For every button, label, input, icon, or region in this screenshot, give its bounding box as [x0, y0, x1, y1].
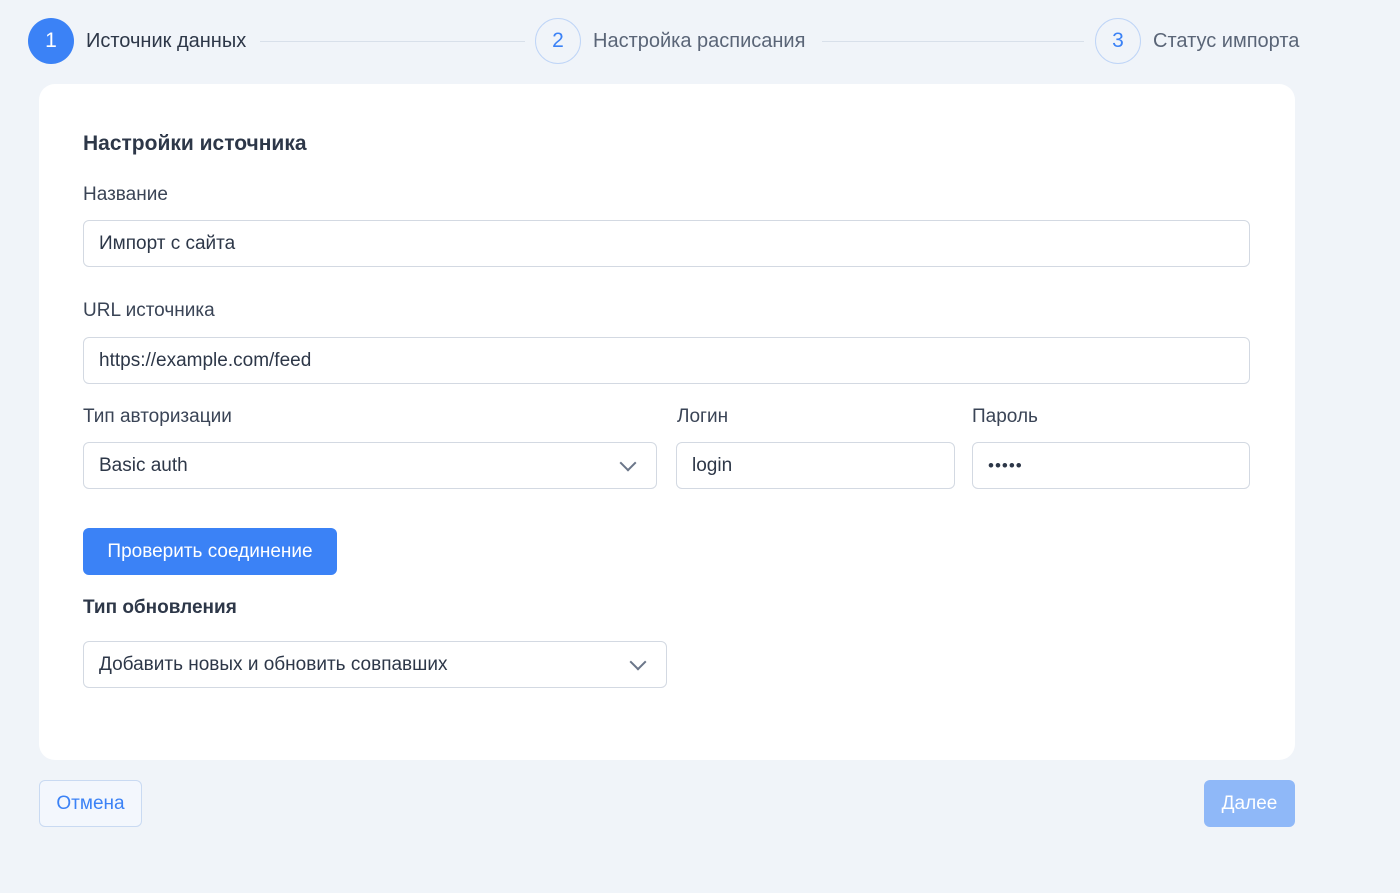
auth-type-select[interactable]: Basic auth	[83, 442, 657, 489]
step-source[interactable]: 1 Источник данных	[28, 18, 246, 64]
url-input[interactable]: https://example.com/feed	[83, 337, 1250, 384]
url-label: URL источника	[83, 300, 215, 321]
name-label: Название	[83, 184, 168, 205]
step-number-1: 1	[28, 18, 74, 64]
update-type-value: Добавить новых и обновить совпавших	[99, 653, 448, 675]
step-number-3: 3	[1095, 18, 1141, 64]
step-connector	[260, 41, 525, 42]
step-number-2: 2	[535, 18, 581, 64]
import-stepper: 1 Источник данных 2 Настройка расписания…	[28, 18, 1328, 64]
chevron-down-icon	[629, 653, 647, 670]
source-settings-card: Настройки источника Название Импорт с са…	[39, 84, 1295, 760]
login-input-value: login	[692, 454, 733, 476]
chevron-down-icon	[619, 454, 637, 471]
update-type-label: Тип обновления	[83, 597, 237, 618]
next-button[interactable]: Далее	[1204, 780, 1295, 827]
step-label-schedule: Настройка расписания	[593, 29, 806, 52]
section-title: Настройки источника	[83, 132, 307, 155]
password-input-value: •••••	[988, 455, 1023, 475]
step-schedule[interactable]: 2 Настройка расписания	[535, 18, 805, 64]
login-input[interactable]: login	[676, 442, 955, 489]
url-input-value: https://example.com/feed	[99, 349, 312, 371]
login-label: Логин	[677, 406, 729, 427]
password-input[interactable]: •••••	[972, 442, 1250, 489]
check-connection-button[interactable]: Проверить соединение	[83, 528, 337, 575]
auth-type-value: Basic auth	[99, 454, 188, 476]
auth-type-label: Тип авторизации	[83, 406, 232, 427]
cancel-button[interactable]: Отмена	[39, 780, 142, 827]
name-input[interactable]: Импорт с сайта	[83, 220, 1250, 267]
step-status[interactable]: 3 Статус импорта	[1095, 18, 1299, 64]
password-label: Пароль	[972, 406, 1038, 427]
step-connector	[822, 41, 1084, 42]
step-label-status: Статус импорта	[1153, 29, 1300, 52]
update-type-select[interactable]: Добавить новых и обновить совпавших	[83, 641, 667, 688]
step-label-source: Источник данных	[86, 29, 247, 52]
name-input-value: Импорт с сайта	[99, 232, 236, 254]
